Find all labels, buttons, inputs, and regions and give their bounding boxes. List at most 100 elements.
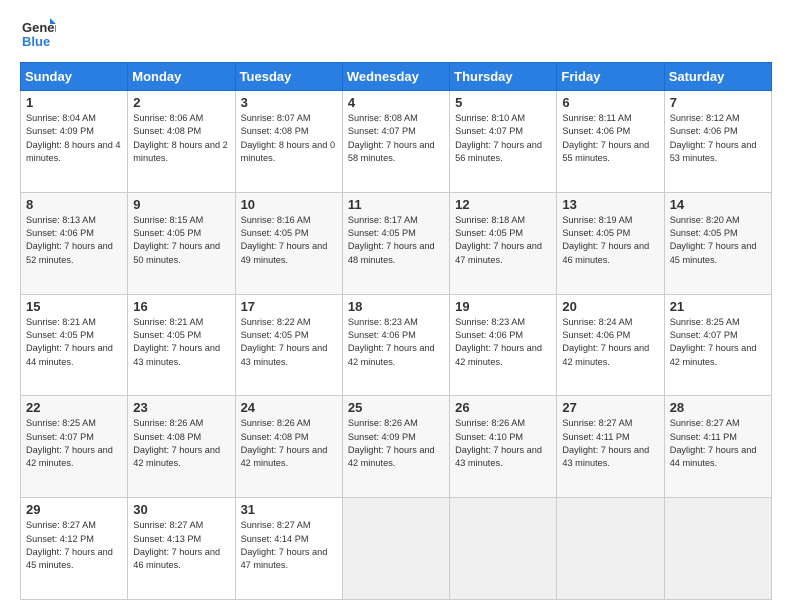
calendar-cell: 9 Sunrise: 8:15 AMSunset: 4:05 PMDaylight… (128, 192, 235, 294)
day-info: Sunrise: 8:20 AMSunset: 4:05 PMDaylight:… (670, 214, 766, 267)
day-info: Sunrise: 8:23 AMSunset: 4:06 PMDaylight:… (348, 316, 444, 369)
day-info: Sunrise: 8:16 AMSunset: 4:05 PMDaylight:… (241, 214, 337, 267)
day-info: Sunrise: 8:04 AMSunset: 4:09 PMDaylight:… (26, 112, 122, 165)
calendar-cell: 4Sunrise: 8:08 AMSunset: 4:07 PMDaylight… (342, 91, 449, 193)
day-info: Sunrise: 8:15 AMSunset: 4:05 PMDaylight:… (133, 214, 229, 267)
day-info: Sunrise: 8:27 AMSunset: 4:11 PMDaylight:… (670, 417, 766, 470)
day-number: 24 (241, 400, 337, 415)
calendar-cell: 21 Sunrise: 8:25 AMSunset: 4:07 PMDayligh… (664, 294, 771, 396)
day-number: 6 (562, 95, 658, 110)
calendar-cell: 17Sunrise: 8:22 AMSunset: 4:05 PMDayligh… (235, 294, 342, 396)
day-number: 7 (670, 95, 766, 110)
logo: General Blue (20, 16, 56, 52)
day-info: Sunrise: 8:22 AMSunset: 4:05 PMDaylight:… (241, 316, 337, 369)
calendar-cell: 15Sunrise: 8:21 AMSunset: 4:05 PMDayligh… (21, 294, 128, 396)
day-info: Sunrise: 8:12 AMSunset: 4:06 PMDaylight:… (670, 112, 766, 165)
day-info: Sunrise: 8:27 AMSunset: 4:14 PMDaylight:… (241, 519, 337, 572)
day-number: 22 (26, 400, 122, 415)
day-number: 25 (348, 400, 444, 415)
calendar-cell (450, 498, 557, 600)
calendar-cell: 28Sunrise: 8:27 AMSunset: 4:11 PMDayligh… (664, 396, 771, 498)
day-number: 4 (348, 95, 444, 110)
day-info: Sunrise: 8:23 AMSunset: 4:06 PMDaylight:… (455, 316, 551, 369)
day-number: 2 (133, 95, 229, 110)
day-number: 1 (26, 95, 122, 110)
calendar-cell: 16 Sunrise: 8:21 AMSunset: 4:05 PMDayligh… (128, 294, 235, 396)
day-info: Sunrise: 8:25 AMSunset: 4:07 PMDaylight:… (670, 316, 766, 369)
calendar-cell (342, 498, 449, 600)
day-number: 5 (455, 95, 551, 110)
day-header-wednesday: Wednesday (342, 63, 449, 91)
calendar-cell (664, 498, 771, 600)
day-number: 30 (133, 502, 229, 517)
calendar-cell: 29Sunrise: 8:27 AMSunset: 4:12 PMDayligh… (21, 498, 128, 600)
calendar-week-0: 1 Sunrise: 8:04 AMSunset: 4:09 PMDaylight… (21, 91, 772, 193)
calendar-cell: 8 Sunrise: 8:13 AMSunset: 4:06 PMDaylight… (21, 192, 128, 294)
calendar-cell: 31 Sunrise: 8:27 AMSunset: 4:14 PMDayligh… (235, 498, 342, 600)
day-number: 9 (133, 197, 229, 212)
calendar-cell: 10 Sunrise: 8:16 AMSunset: 4:05 PMDayligh… (235, 192, 342, 294)
header: General Blue (20, 16, 772, 52)
day-number: 31 (241, 502, 337, 517)
calendar-week-1: 8 Sunrise: 8:13 AMSunset: 4:06 PMDaylight… (21, 192, 772, 294)
calendar-cell: 3Sunrise: 8:07 AMSunset: 4:08 PMDaylight… (235, 91, 342, 193)
calendar-cell: 30 Sunrise: 8:27 AMSunset: 4:13 PMDayligh… (128, 498, 235, 600)
day-info: Sunrise: 8:26 AMSunset: 4:08 PMDaylight:… (133, 417, 229, 470)
day-number: 23 (133, 400, 229, 415)
logo-svg: General Blue (20, 16, 56, 52)
day-number: 10 (241, 197, 337, 212)
day-info: Sunrise: 8:06 AMSunset: 4:08 PMDaylight:… (133, 112, 229, 165)
calendar-cell: 6 Sunrise: 8:11 AMSunset: 4:06 PMDaylight… (557, 91, 664, 193)
day-number: 18 (348, 299, 444, 314)
day-info: Sunrise: 8:21 AMSunset: 4:05 PMDaylight:… (133, 316, 229, 369)
calendar-cell (557, 498, 664, 600)
page: General Blue SundayMondayTuesdayWednesda… (0, 0, 792, 612)
day-number: 20 (562, 299, 658, 314)
day-number: 13 (562, 197, 658, 212)
calendar-header-row: SundayMondayTuesdayWednesdayThursdayFrid… (21, 63, 772, 91)
day-number: 26 (455, 400, 551, 415)
day-info: Sunrise: 8:27 AMSunset: 4:13 PMDaylight:… (133, 519, 229, 572)
day-header-thursday: Thursday (450, 63, 557, 91)
calendar-cell: 14 Sunrise: 8:20 AMSunset: 4:05 PMDayligh… (664, 192, 771, 294)
day-number: 14 (670, 197, 766, 212)
day-info: Sunrise: 8:27 AMSunset: 4:11 PMDaylight:… (562, 417, 658, 470)
calendar-cell: 25 Sunrise: 8:26 AMSunset: 4:09 PMDayligh… (342, 396, 449, 498)
day-info: Sunrise: 8:18 AMSunset: 4:05 PMDaylight:… (455, 214, 551, 267)
day-number: 3 (241, 95, 337, 110)
day-info: Sunrise: 8:26 AMSunset: 4:10 PMDaylight:… (455, 417, 551, 470)
day-number: 21 (670, 299, 766, 314)
day-number: 15 (26, 299, 122, 314)
day-info: Sunrise: 8:25 AMSunset: 4:07 PMDaylight:… (26, 417, 122, 470)
calendar-week-3: 22 Sunrise: 8:25 AMSunset: 4:07 PMDayligh… (21, 396, 772, 498)
day-info: Sunrise: 8:19 AMSunset: 4:05 PMDaylight:… (562, 214, 658, 267)
day-info: Sunrise: 8:10 AMSunset: 4:07 PMDaylight:… (455, 112, 551, 165)
calendar-table: SundayMondayTuesdayWednesdayThursdayFrid… (20, 62, 772, 600)
calendar-cell: 19 Sunrise: 8:23 AMSunset: 4:06 PMDayligh… (450, 294, 557, 396)
day-number: 8 (26, 197, 122, 212)
day-info: Sunrise: 8:26 AMSunset: 4:08 PMDaylight:… (241, 417, 337, 470)
day-number: 16 (133, 299, 229, 314)
day-header-friday: Friday (557, 63, 664, 91)
day-info: Sunrise: 8:26 AMSunset: 4:09 PMDaylight:… (348, 417, 444, 470)
calendar-cell: 18 Sunrise: 8:23 AMSunset: 4:06 PMDayligh… (342, 294, 449, 396)
calendar-cell: 11Sunrise: 8:17 AMSunset: 4:05 PMDayligh… (342, 192, 449, 294)
day-info: Sunrise: 8:17 AMSunset: 4:05 PMDaylight:… (348, 214, 444, 267)
calendar-cell: 2 Sunrise: 8:06 AMSunset: 4:08 PMDaylight… (128, 91, 235, 193)
calendar-cell: 26 Sunrise: 8:26 AMSunset: 4:10 PMDayligh… (450, 396, 557, 498)
calendar-week-2: 15 Sunrise: 8:21 AMSunset: 4:05 PMDayligh… (21, 294, 772, 396)
calendar-cell: 22 Sunrise: 8:25 AMSunset: 4:07 PMDayligh… (21, 396, 128, 498)
calendar-cell: 1 Sunrise: 8:04 AMSunset: 4:09 PMDaylight… (21, 91, 128, 193)
day-number: 19 (455, 299, 551, 314)
day-info: Sunrise: 8:27 AMSunset: 4:12 PMDaylight:… (26, 519, 122, 572)
day-info: Sunrise: 8:11 AMSunset: 4:06 PMDaylight:… (562, 112, 658, 165)
day-number: 27 (562, 400, 658, 415)
calendar-cell: 23 Sunrise: 8:26 AMSunset: 4:08 PMDayligh… (128, 396, 235, 498)
calendar-cell: 24 Sunrise: 8:26 AMSunset: 4:08 PMDayligh… (235, 396, 342, 498)
calendar-cell: 7 Sunrise: 8:12 AMSunset: 4:06 PMDaylight… (664, 91, 771, 193)
day-header-saturday: Saturday (664, 63, 771, 91)
calendar-week-4: 29Sunrise: 8:27 AMSunset: 4:12 PMDayligh… (21, 498, 772, 600)
day-info: Sunrise: 8:13 AMSunset: 4:06 PMDaylight:… (26, 214, 122, 267)
calendar-cell: 13 Sunrise: 8:19 AMSunset: 4:05 PMDayligh… (557, 192, 664, 294)
calendar-cell: 20Sunrise: 8:24 AMSunset: 4:06 PMDayligh… (557, 294, 664, 396)
